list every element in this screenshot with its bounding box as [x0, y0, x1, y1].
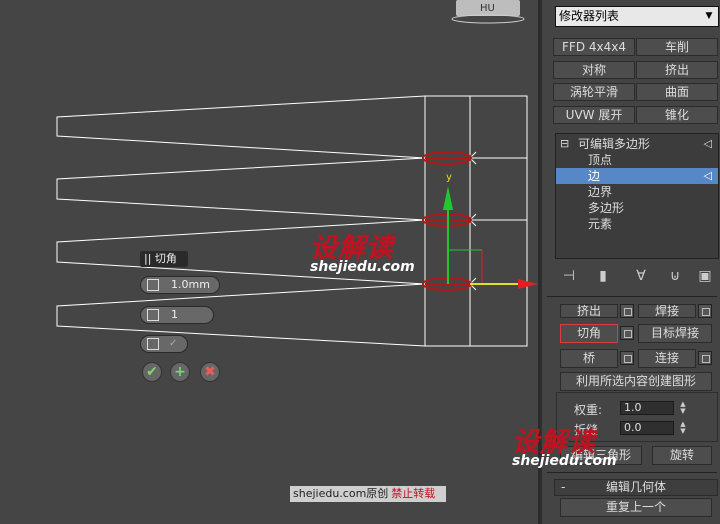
chamfer-options-toggle[interactable]: ✓: [140, 335, 188, 353]
stack-item-vertex[interactable]: 顶点: [556, 152, 718, 168]
repeat-last-button[interactable]: 重复上一个: [560, 498, 712, 517]
extrude-settings-icon[interactable]: [620, 304, 634, 318]
turn-button[interactable]: 旋转: [652, 446, 712, 465]
stack-item-element[interactable]: 元素: [556, 216, 718, 232]
chamfer-type-icon: [147, 338, 159, 350]
remove-modifier-icon[interactable]: ⊍: [665, 266, 685, 286]
separator: [547, 296, 717, 297]
apply-button[interactable]: +: [170, 362, 190, 382]
stack-root[interactable]: ⊟ 可编辑多边形 ◁: [556, 136, 718, 152]
move-gizmo[interactable]: y: [443, 172, 538, 289]
make-unique-icon[interactable]: ∀: [631, 266, 651, 286]
check-icon: ✓: [169, 338, 178, 349]
modifier-ffd-button[interactable]: FFD 4x4x4: [553, 38, 635, 56]
connect-settings-icon[interactable]: [698, 351, 712, 365]
weight-input[interactable]: 1.0: [620, 401, 674, 415]
credit-text: shejiedu.com原创: [293, 487, 389, 500]
target-weld-button[interactable]: 目标焊接: [638, 324, 712, 343]
stack-item-polygon[interactable]: 多边形: [556, 200, 718, 216]
bridge-button[interactable]: 桥: [560, 349, 618, 368]
pin-stack-icon[interactable]: ⊣: [559, 266, 579, 286]
connect-button[interactable]: 连接: [638, 349, 696, 368]
chamfer-amount-value: 1.0mm: [171, 278, 210, 291]
modifier-surface-button[interactable]: 曲面: [636, 83, 718, 101]
caddy-title[interactable]: || 切角: [140, 251, 188, 267]
weld-settings-icon[interactable]: [698, 304, 712, 318]
modifier-taper-button[interactable]: 锥化: [636, 106, 718, 124]
viewcube-label: HU: [480, 3, 495, 14]
collapse-icon[interactable]: ⊟: [560, 136, 569, 152]
stack-item-edge[interactable]: 边 ◁: [556, 168, 718, 184]
modifier-symmetry-button[interactable]: 对称: [553, 61, 635, 79]
modifier-turbosmooth-button[interactable]: 涡轮平滑: [553, 83, 635, 101]
watermark-panel: 设解读 shejiedu.com: [512, 420, 617, 469]
subobject-pin-icon: ◁: [703, 169, 712, 182]
chamfer-amount-field[interactable]: 1.0mm: [140, 276, 220, 294]
create-shape-button[interactable]: 利用所选内容创建图形: [560, 372, 712, 391]
viewcube[interactable]: HU: [451, 0, 525, 24]
ok-button[interactable]: ✔: [142, 362, 162, 382]
crease-input[interactable]: 0.0: [620, 421, 674, 435]
watermark-en: shejiedu.com: [310, 259, 415, 275]
chamfer-segments-field[interactable]: 1: [140, 306, 214, 324]
credit-warning: 禁止转载: [391, 487, 436, 500]
modifier-uvw-button[interactable]: UVW 展开: [553, 106, 635, 124]
chamfer-segments-value: 1: [171, 308, 178, 321]
weight-label: 权重:: [574, 403, 603, 417]
chevron-down-icon: ▼: [702, 9, 716, 24]
modifier-extrude-button[interactable]: 挤出: [636, 61, 718, 79]
command-panel: 修改器列表 ▼ FFD 4x4x4 车削 对称 挤出 涡轮平滑 曲面 UVW 展…: [512, 0, 720, 524]
configure-sets-icon[interactable]: ▣: [695, 266, 715, 286]
modifier-list-label: 修改器列表: [559, 9, 620, 23]
show-end-result-icon[interactable]: ▮: [593, 266, 613, 286]
edit-geometry-rollout[interactable]: - 编辑几何体: [554, 479, 718, 496]
extrude-button[interactable]: 挤出: [560, 304, 618, 318]
modifier-stack[interactable]: ⊟ 可编辑多边形 ◁ 顶点 边 ◁ 边界 多边形 元素: [555, 133, 719, 259]
chamfer-button[interactable]: 切角: [560, 324, 618, 343]
modifier-list-dropdown[interactable]: 修改器列表 ▼: [555, 6, 719, 27]
stack-item-border[interactable]: 边界: [556, 184, 718, 200]
cancel-button[interactable]: ✖: [200, 362, 220, 382]
pin-icon[interactable]: ◁: [704, 136, 712, 152]
weld-button[interactable]: 焊接: [638, 304, 696, 318]
modifier-lathe-button[interactable]: 车削: [636, 38, 718, 56]
chamfer-settings-icon[interactable]: [620, 326, 634, 340]
credit-banner: shejiedu.com原创 禁止转载: [290, 486, 446, 502]
chamfer-amount-icon: [147, 279, 159, 291]
rollout-title: 编辑几何体: [605, 480, 666, 494]
watermark-en-panel: shejiedu.com: [512, 453, 617, 469]
viewport[interactable]: HU y || 切角 1.0mm 1 ✓ ✔ + ✖ 设解读 shejiedu.…: [0, 0, 538, 524]
separator: [547, 472, 717, 473]
crease-spinner-icon[interactable]: ▲ ▼: [678, 421, 688, 435]
gizmo-axis-label: y: [446, 172, 452, 183]
watermark-viewport: 设解读 shejiedu.com: [310, 226, 415, 275]
weight-spinner-icon[interactable]: ▲ ▼: [678, 401, 688, 415]
chamfer-segments-icon: [147, 309, 159, 321]
rollout-collapse-icon: -: [561, 480, 566, 494]
bridge-settings-icon[interactable]: [620, 351, 634, 365]
stack-toolbar: ⊣ ▮ ∀ ⊍ ▣: [555, 266, 719, 286]
viewport-canvas[interactable]: HU y: [0, 0, 538, 524]
stack-root-label: 可编辑多边形: [578, 137, 651, 151]
